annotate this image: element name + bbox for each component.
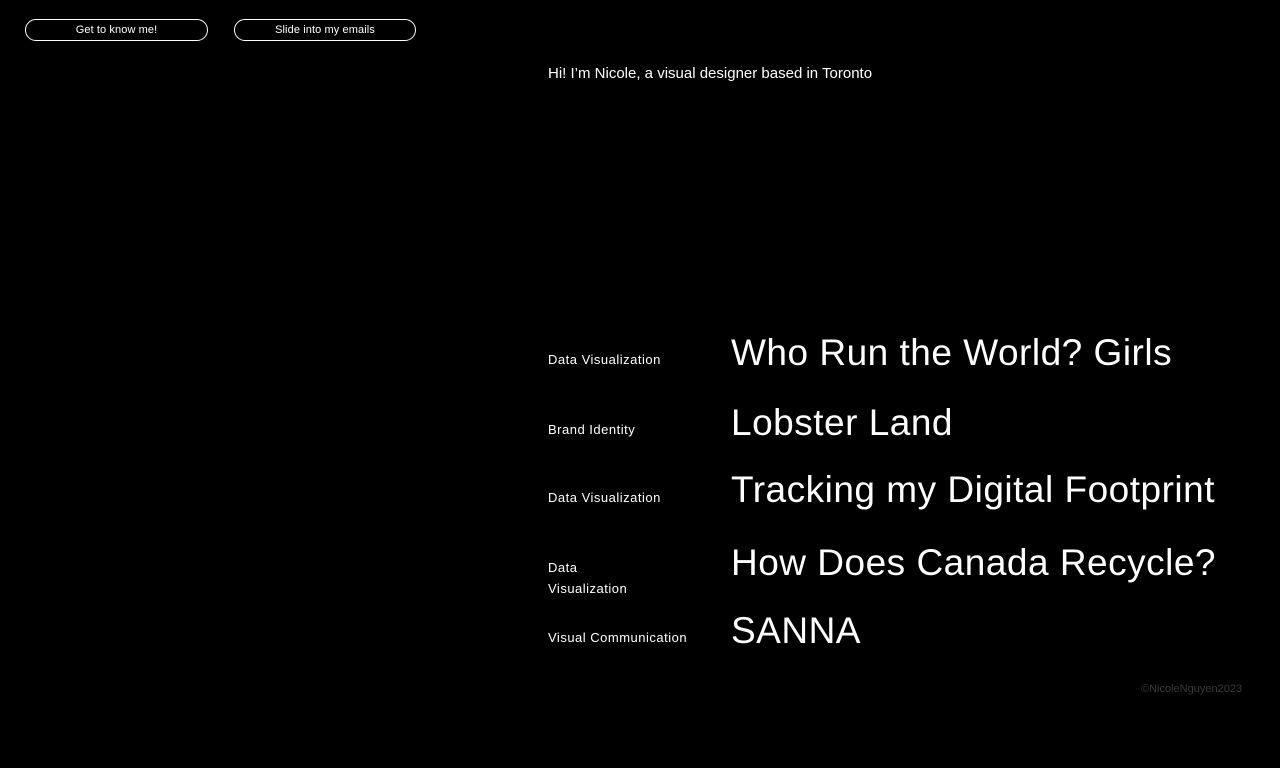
get-to-know-me-button[interactable]: Get to know me! — [25, 19, 208, 41]
project-title[interactable]: Tracking my Digital Footprint — [731, 468, 1215, 512]
intro-text: Hi! I’m Nicole, a visual designer based … — [548, 65, 873, 82]
email-button[interactable]: Slide into my emails — [234, 19, 416, 41]
project-title[interactable]: Lobster Land — [731, 401, 953, 445]
project-title[interactable]: SANNA — [731, 609, 861, 653]
project-category: Visual Communication — [548, 630, 688, 645]
project-category: Data Visualization — [548, 490, 661, 505]
project-category: Data Visualization — [548, 352, 661, 367]
project-category: Brand Identity — [548, 422, 636, 437]
project-category: Data Visualization — [548, 560, 628, 596]
project-title[interactable]: Who Run the World? Girls — [731, 331, 1172, 375]
project-title[interactable]: How Does Canada Recycle? — [731, 541, 1216, 585]
copyright-text: ©NicoleNguyen2023 — [1141, 683, 1243, 695]
